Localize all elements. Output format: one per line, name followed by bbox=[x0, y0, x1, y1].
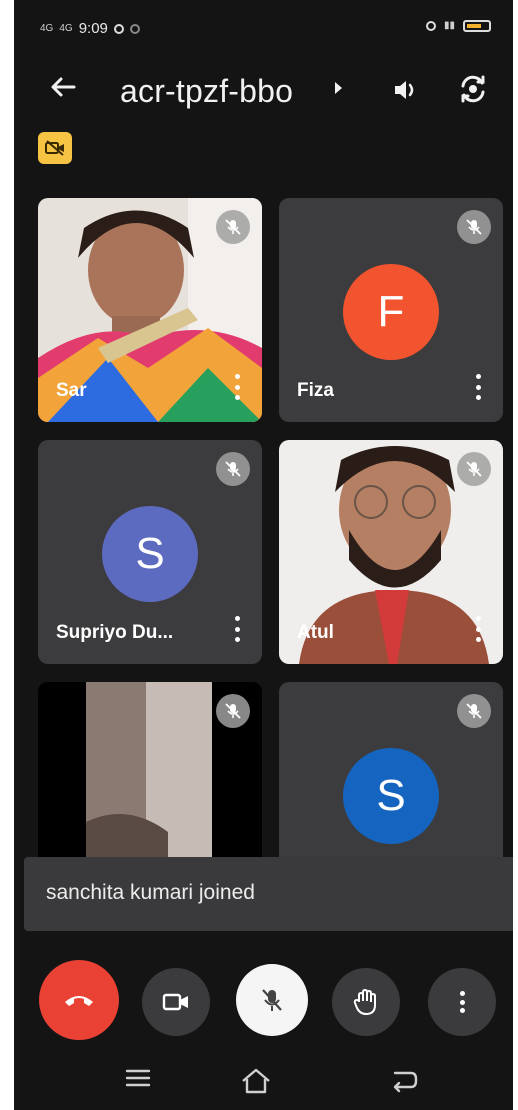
signal-indicator-2: 4G bbox=[59, 22, 73, 34]
meeting-code[interactable]: acr-tpzf-bbo bbox=[120, 74, 293, 108]
arrow-left-icon bbox=[51, 77, 76, 97]
call-controls bbox=[14, 960, 513, 1040]
participant-options-button[interactable] bbox=[234, 374, 240, 400]
nav-home-button[interactable] bbox=[239, 1067, 273, 1100]
whatsapp-icon bbox=[129, 23, 140, 34]
camera-flip-icon bbox=[461, 75, 485, 103]
participant-options-button[interactable] bbox=[234, 616, 240, 642]
muted-mic-indicator bbox=[216, 452, 250, 486]
more-options-button[interactable] bbox=[428, 968, 496, 1036]
participant-name: Supriyo Du... bbox=[56, 622, 174, 643]
join-notification-toast: sanchita kumari joined bbox=[24, 857, 513, 931]
mic-off-icon bbox=[225, 219, 241, 235]
home-icon bbox=[242, 1068, 270, 1094]
participant-tile[interactable]: S Supriyo Du... bbox=[38, 440, 262, 664]
back-icon bbox=[393, 1071, 418, 1093]
participant-avatar: S bbox=[102, 506, 198, 602]
muted-mic-indicator bbox=[216, 694, 250, 728]
mic-off-icon bbox=[466, 461, 482, 477]
mic-off-icon bbox=[225, 461, 241, 477]
battery-icon bbox=[463, 20, 491, 32]
muted-mic-indicator bbox=[457, 210, 491, 244]
status-bar: 4G 4G 9:09 ▮▮ bbox=[14, 0, 513, 58]
participant-name: Atul bbox=[297, 622, 334, 643]
signal-indicator-1: 4G bbox=[40, 22, 54, 34]
muted-mic-indicator bbox=[457, 694, 491, 728]
status-time: 9:09 bbox=[78, 20, 108, 37]
camera-off-badge[interactable] bbox=[38, 132, 72, 164]
meeting-header: acr-tpzf-bbo bbox=[14, 58, 513, 128]
participant-avatar: S bbox=[343, 748, 439, 844]
network-speed: ▮▮ bbox=[443, 20, 455, 31]
participant-tile[interactable]: Atul bbox=[279, 440, 503, 664]
muted-mic-indicator bbox=[216, 210, 250, 244]
end-call-button[interactable] bbox=[39, 960, 119, 1040]
muted-mic-indicator bbox=[457, 452, 491, 486]
back-button[interactable] bbox=[48, 72, 78, 108]
mic-off-icon bbox=[262, 989, 282, 1011]
participant-options-button[interactable] bbox=[475, 374, 481, 400]
video-off-icon bbox=[45, 140, 64, 156]
switch-camera-button[interactable] bbox=[456, 72, 490, 106]
mic-toggle-button[interactable] bbox=[236, 964, 308, 1036]
participant-options-button[interactable] bbox=[475, 616, 481, 642]
participant-name: Fiza bbox=[297, 380, 334, 401]
toast-message: sanchita kumari joined bbox=[46, 881, 255, 904]
mic-off-icon bbox=[225, 703, 241, 719]
alarm-icon bbox=[425, 21, 436, 31]
speaker-icon bbox=[395, 81, 414, 99]
more-vertical-icon bbox=[459, 991, 465, 1013]
meeting-details-chevron-icon[interactable] bbox=[335, 82, 342, 94]
participant-name: Sar bbox=[56, 380, 87, 401]
mic-off-icon bbox=[466, 219, 482, 235]
system-nav-bar bbox=[14, 1055, 513, 1110]
phone-hangup-icon bbox=[65, 996, 93, 1006]
video-camera-icon bbox=[162, 993, 188, 1011]
mic-off-icon bbox=[466, 703, 482, 719]
hand-icon bbox=[353, 988, 376, 1016]
nav-back-button[interactable] bbox=[389, 1067, 419, 1098]
notification-icon bbox=[113, 23, 124, 34]
camera-toggle-button[interactable] bbox=[142, 968, 210, 1036]
nav-menu-button[interactable] bbox=[124, 1067, 152, 1094]
participant-tile[interactable]: F Fiza bbox=[279, 198, 503, 422]
menu-icon bbox=[125, 1069, 151, 1087]
app-screen: 4G 4G 9:09 ▮▮ acr-tpzf-bbo Sar F Fiza S … bbox=[14, 0, 513, 1110]
raise-hand-button[interactable] bbox=[332, 968, 400, 1036]
participant-avatar: F bbox=[343, 264, 439, 360]
participant-tile[interactable]: Sar bbox=[38, 198, 262, 422]
audio-output-button[interactable] bbox=[389, 74, 421, 106]
